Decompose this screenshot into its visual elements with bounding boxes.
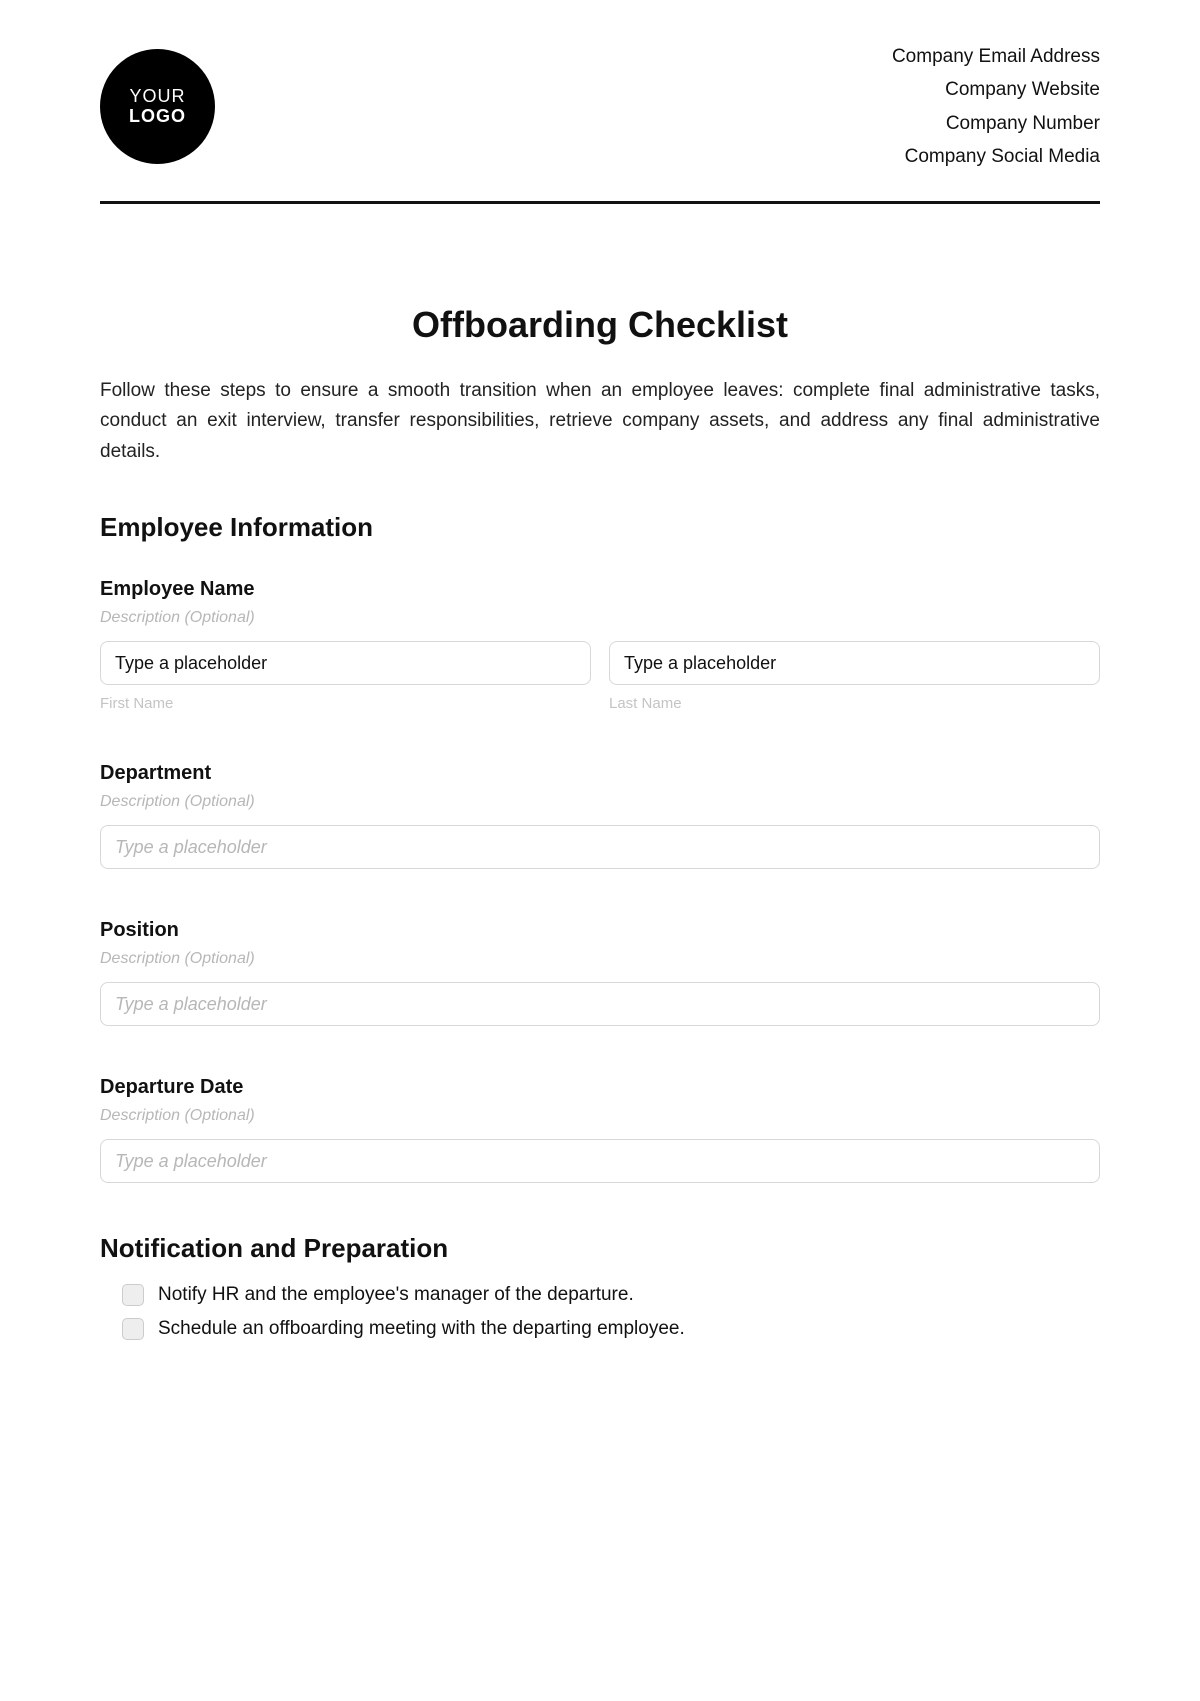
company-number: Company Number — [892, 107, 1100, 140]
company-info: Company Email Address Company Website Co… — [892, 40, 1100, 173]
company-website: Company Website — [892, 73, 1100, 106]
department-label: Department — [100, 762, 1100, 785]
last-name-sublabel: Last Name — [609, 695, 1100, 712]
checkbox-2[interactable] — [122, 1318, 144, 1340]
department-input[interactable]: Type a placeholder — [100, 825, 1100, 869]
departure-desc: Description (Optional) — [100, 1107, 1100, 1125]
position-label: Position — [100, 919, 1100, 942]
departure-input[interactable]: Type a placeholder — [100, 1139, 1100, 1183]
employee-name-desc: Description (Optional) — [100, 609, 1100, 627]
departure-label: Departure Date — [100, 1076, 1100, 1099]
company-social: Company Social Media — [892, 140, 1100, 173]
section-employee-info: Employee Information — [100, 512, 1100, 543]
checkbox-1[interactable] — [122, 1284, 144, 1306]
field-position: Position Description (Optional) Type a p… — [100, 919, 1100, 1026]
intro-text: Follow these steps to ensure a smooth tr… — [100, 376, 1100, 467]
check-item-1: Notify HR and the employee's manager of … — [122, 1284, 1100, 1306]
header: YOUR LOGO Company Email Address Company … — [100, 40, 1100, 193]
field-departure-date: Departure Date Description (Optional) Ty… — [100, 1076, 1100, 1183]
field-department: Department Description (Optional) Type a… — [100, 762, 1100, 869]
checklist: Notify HR and the employee's manager of … — [100, 1284, 1100, 1340]
employee-name-label: Employee Name — [100, 578, 1100, 601]
first-name-input[interactable]: Type a placeholder — [100, 641, 591, 685]
logo-line2: LOGO — [129, 107, 186, 127]
check-item-2: Schedule an offboarding meeting with the… — [122, 1318, 1100, 1340]
logo-line1: YOUR — [129, 87, 185, 107]
check-text-1: Notify HR and the employee's manager of … — [158, 1284, 634, 1306]
last-name-input[interactable]: Type a placeholder — [609, 641, 1100, 685]
position-desc: Description (Optional) — [100, 950, 1100, 968]
logo: YOUR LOGO — [100, 49, 215, 164]
section-notification: Notification and Preparation — [100, 1233, 1100, 1264]
department-desc: Description (Optional) — [100, 793, 1100, 811]
company-email: Company Email Address — [892, 40, 1100, 73]
first-name-sublabel: First Name — [100, 695, 591, 712]
page-title: Offboarding Checklist — [100, 304, 1100, 346]
field-employee-name: Employee Name Description (Optional) Typ… — [100, 578, 1100, 712]
position-input[interactable]: Type a placeholder — [100, 982, 1100, 1026]
check-text-2: Schedule an offboarding meeting with the… — [158, 1318, 685, 1340]
